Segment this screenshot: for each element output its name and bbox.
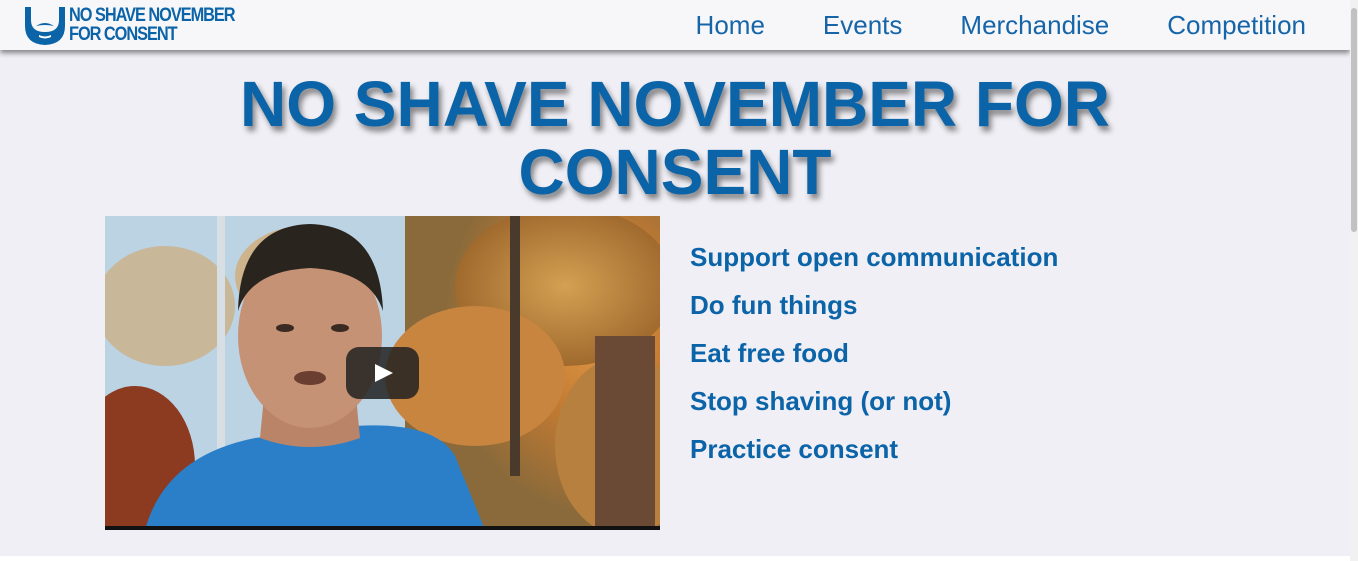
scrollbar-thumb[interactable] (1351, 8, 1357, 232)
feature-item: Eat free food (690, 338, 849, 368)
logo-text: NO SHAVE NOVEMBER FOR CONSENT (69, 5, 236, 45)
logo-line-1: NO SHAVE NOVEMBER (69, 5, 236, 26)
video-player[interactable] (105, 216, 660, 530)
feature-item: Practice consent (690, 434, 899, 464)
page-title: NO SHAVE NOVEMBER FOR CONSENT (240, 68, 1110, 208)
nav-link-events[interactable]: Events (823, 10, 903, 41)
feature-item: Support open communication (690, 242, 1059, 272)
feature-item: Do fun things (690, 290, 858, 320)
beard-icon (25, 7, 65, 45)
page: NO SHAVE NOVEMBER FOR CONSENT Home Event… (0, 0, 1358, 561)
nav-link-competition[interactable]: Competition (1167, 10, 1306, 41)
main-nav: Home Events Merchandise Competition (696, 0, 1306, 50)
play-icon (375, 364, 393, 382)
site-logo[interactable]: NO SHAVE NOVEMBER FOR CONSENT (22, 4, 236, 46)
scrollbar[interactable] (1350, 0, 1358, 561)
nav-link-merchandise[interactable]: Merchandise (960, 10, 1109, 41)
play-button[interactable] (346, 347, 419, 399)
logo-line-2: FOR CONSENT (69, 24, 178, 45)
feature-item: Stop shaving (or not) (690, 386, 952, 416)
feature-list: Support open communication Do fun things… (690, 233, 1058, 473)
navbar: NO SHAVE NOVEMBER FOR CONSENT Home Event… (0, 0, 1350, 50)
nav-link-home[interactable]: Home (696, 10, 765, 41)
